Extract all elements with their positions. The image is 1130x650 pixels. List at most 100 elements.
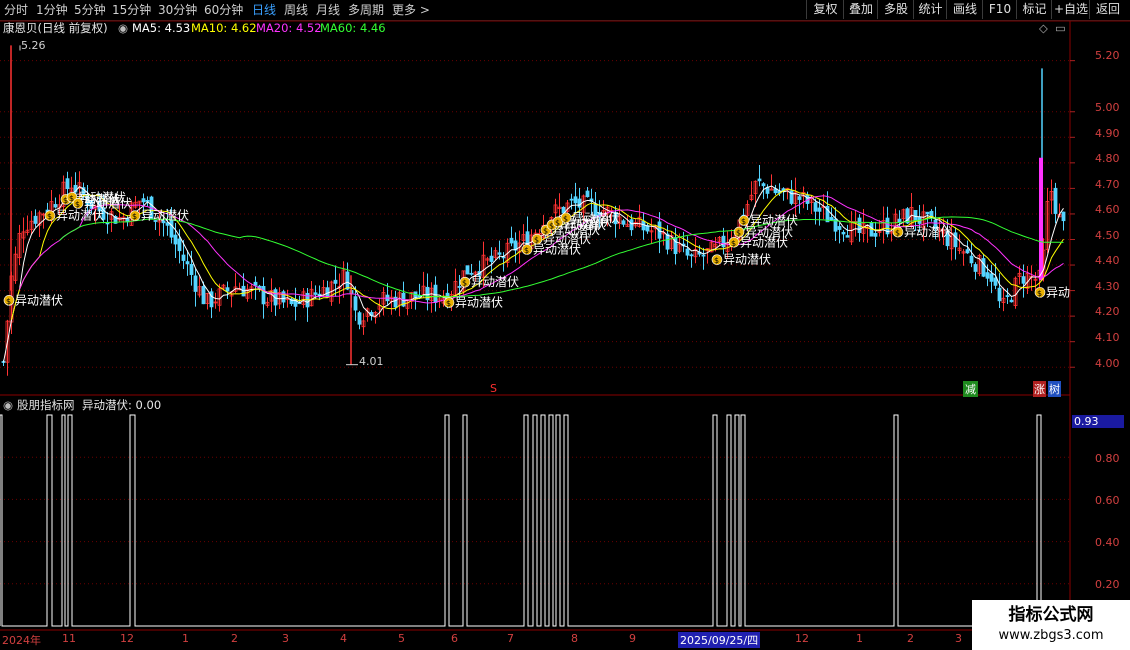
- candle-body: [305, 292, 310, 308]
- sub-settings-icon[interactable]: ◉: [3, 398, 13, 413]
- signal-marker: $ 异动潜伏: [711, 253, 771, 267]
- money-bag-glyph: $: [563, 214, 568, 223]
- signal-label: 异动潜伏: [564, 215, 612, 229]
- candle-body: [389, 296, 394, 302]
- price-tick: 4.40: [1095, 254, 1120, 267]
- signal-label: 异动潜伏: [745, 225, 793, 239]
- signal-label: 异动潜伏: [558, 218, 606, 232]
- kline-chart: $ 异动潜伏$ 异动潜伏$ 异动潜伏$ 异动潜伏$ 异动潜伏$ 异动潜伏$ 异动潜伏$ 异动潜伏…: [0, 20, 1130, 631]
- candle-body: [501, 256, 506, 259]
- candle-body: [677, 243, 682, 252]
- candle-body: [365, 308, 370, 317]
- candle-body: [393, 296, 398, 308]
- candle-body: [237, 288, 242, 291]
- statistics-button[interactable]: 统计: [913, 0, 947, 19]
- period-tab-weekly[interactable]: 周线: [284, 2, 308, 18]
- more-label: 更多: [392, 3, 417, 17]
- money-bag-icon: [60, 194, 72, 205]
- money-bag-glyph: $: [741, 217, 746, 226]
- period-tab-30min[interactable]: 30分钟: [158, 2, 197, 18]
- candle-body: [661, 232, 666, 235]
- candle-body: [433, 284, 438, 303]
- f10-button[interactable]: F10: [982, 0, 1017, 19]
- candle-body: [337, 285, 342, 289]
- candle-body: [109, 211, 114, 220]
- period-tab-1min[interactable]: 1分钟: [36, 2, 68, 18]
- candle-body: [1009, 299, 1014, 303]
- candle-body: [825, 205, 830, 223]
- candle-body: [757, 178, 762, 182]
- candle-body: [89, 200, 94, 209]
- signal-label: 异动: [1046, 285, 1070, 299]
- rise-marker: 涨: [1033, 381, 1046, 397]
- period-tab-60min[interactable]: 60分钟: [204, 2, 243, 18]
- candle-body: [793, 191, 798, 204]
- candle-body: [285, 297, 290, 300]
- month-label: 7: [507, 632, 514, 645]
- signal-marker: $ 异动潜伏: [60, 192, 120, 206]
- candle-body: [985, 272, 990, 279]
- overlay-button[interactable]: 叠加: [843, 0, 878, 19]
- sell-marker: S: [490, 382, 497, 395]
- candle-body: [69, 187, 74, 192]
- mark-button[interactable]: 标记: [1016, 0, 1052, 19]
- money-bag-icon: [531, 233, 543, 245]
- candle-body: [373, 311, 378, 318]
- period-tab-monthly[interactable]: 月线: [316, 2, 340, 18]
- signal-marker: $ 异动: [1034, 285, 1070, 299]
- candle-body: [833, 218, 838, 232]
- month-label: 12: [120, 632, 134, 645]
- candle-body: [949, 232, 954, 250]
- candle-body: [293, 298, 298, 307]
- draw-line-button[interactable]: 画线: [946, 0, 983, 19]
- period-tab-5min[interactable]: 5分钟: [74, 2, 106, 18]
- month-label: 1: [182, 632, 189, 645]
- money-bag-glyph: $: [132, 212, 137, 221]
- candle-body: [889, 230, 894, 234]
- candle-body: [761, 183, 766, 187]
- signal-label: 异动潜伏: [723, 253, 771, 267]
- candle-body: [713, 243, 718, 248]
- candle-body: [449, 294, 454, 301]
- collapse-icon[interactable]: ▭: [1055, 21, 1066, 36]
- candle-body: [1, 361, 6, 363]
- signal-marker: $ 异动潜伏: [531, 232, 591, 246]
- candle-body: [313, 292, 318, 295]
- candle-body: [785, 187, 790, 191]
- ma10-line: [11, 188, 1064, 320]
- multi-stock-button[interactable]: 多股: [877, 0, 914, 19]
- period-tab-15min[interactable]: 15分钟: [112, 2, 151, 18]
- candle-body: [289, 298, 294, 305]
- month-label: 3: [282, 632, 289, 645]
- candle-body: [565, 202, 570, 212]
- diamond-icon[interactable]: ◇: [1039, 21, 1048, 36]
- low-annotation: 4.01: [359, 355, 384, 368]
- candle-body: [45, 209, 50, 214]
- ma5-label: MA5: 4.53: [132, 21, 191, 35]
- candle-body: [297, 302, 302, 305]
- recent-candle: [1039, 157, 1043, 281]
- period-tab-daily[interactable]: 日线: [252, 2, 276, 18]
- signal-label: 异动潜伏: [904, 225, 952, 239]
- candle-body: [113, 216, 118, 224]
- signal-marker: $ 异动潜伏: [560, 211, 620, 225]
- back-button[interactable]: 返回: [1089, 0, 1126, 19]
- money-bag-glyph: $: [1037, 289, 1042, 298]
- indicator-cursor-value: 0.93: [1072, 415, 1124, 428]
- money-bag-icon: [711, 254, 723, 265]
- candle-body: [689, 254, 694, 257]
- reduce-marker: 减: [963, 381, 978, 397]
- candle-body: [145, 200, 150, 202]
- add-watchlist-button[interactable]: +自选: [1051, 0, 1090, 19]
- period-tab-more[interactable]: 更多 >: [392, 2, 430, 18]
- candle-body: [357, 312, 362, 325]
- period-tab-intraday[interactable]: 分时: [4, 2, 28, 18]
- candle-body: [437, 298, 442, 302]
- ma-settings-icon[interactable]: ◉: [118, 21, 128, 36]
- period-tab-multi[interactable]: 多周期: [348, 2, 384, 18]
- money-bag-icon: [560, 212, 572, 224]
- money-bag-icon: [552, 216, 564, 228]
- candle-body: [861, 223, 866, 234]
- fuquan-button[interactable]: 复权: [806, 0, 844, 19]
- candle-body: [77, 182, 82, 189]
